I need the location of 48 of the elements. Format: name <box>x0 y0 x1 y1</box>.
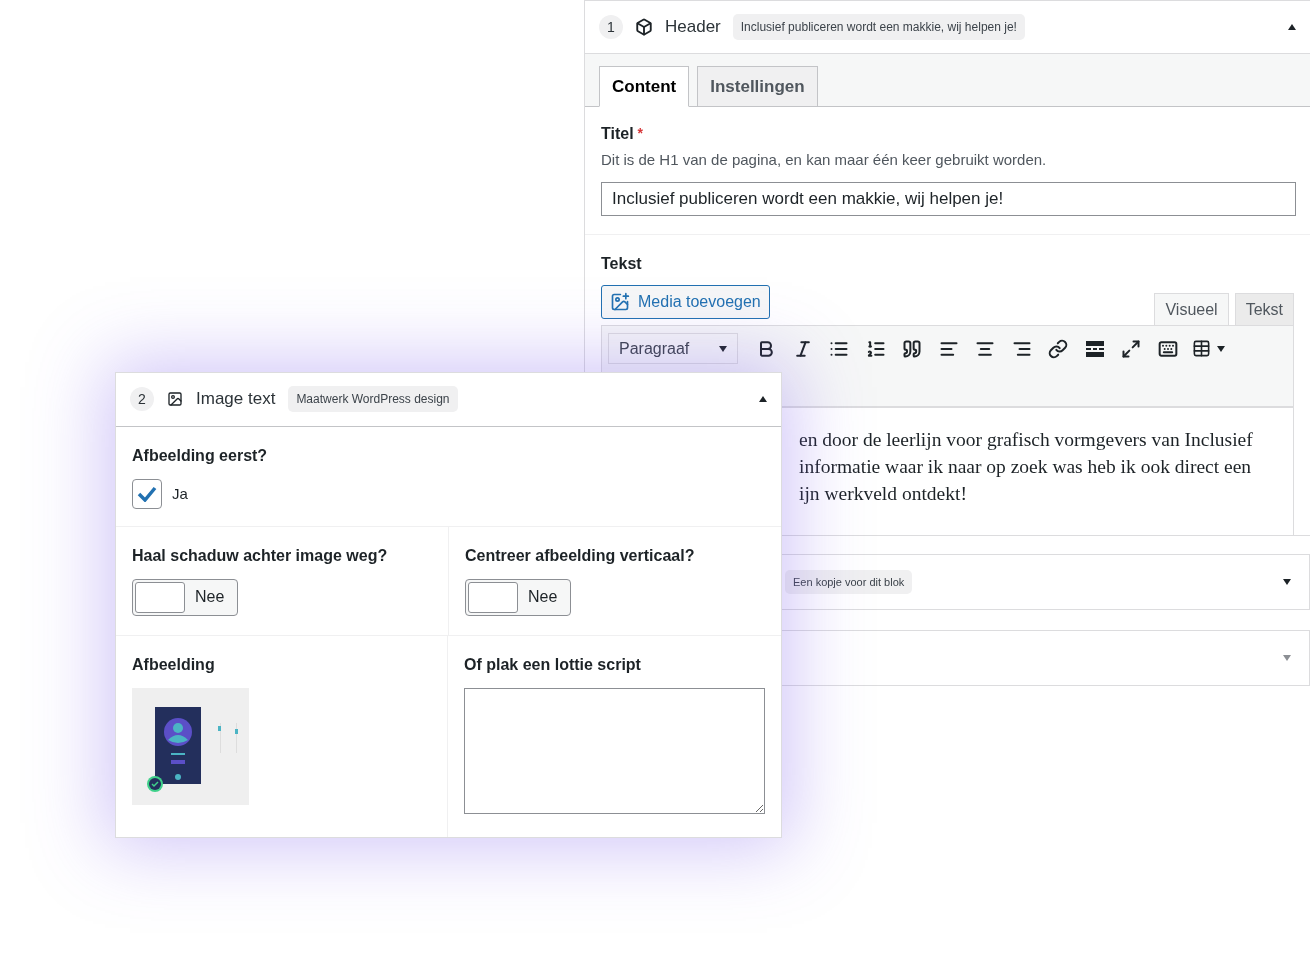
field-description: Dit is de H1 van de pagina, en kan maar één keer gebruikt worden. <box>601 151 1048 168</box>
field-label: Haal schaduw achter image weg? <box>132 546 388 565</box>
read-more-icon[interactable] <box>1085 340 1104 357</box>
cube-icon <box>635 18 653 36</box>
block-tag: Maatwerk WordPress design <box>288 386 458 413</box>
caret-up-icon[interactable] <box>759 396 767 403</box>
tab[interactable]: Content <box>599 66 690 107</box>
block-tag: Inclusief publiceren wordt een makkie, wij helpen je! <box>732 14 1025 40</box>
editor-tab[interactable]: Tekst <box>1234 293 1294 326</box>
block-number: 1 <box>599 15 623 39</box>
numbered-list-icon[interactable] <box>865 338 886 359</box>
image-icon <box>167 391 183 408</box>
caret-up-icon[interactable] <box>1288 24 1296 30</box>
field-label: Titel <box>601 125 634 143</box>
format-select[interactable]: Paragraaf <box>608 333 738 364</box>
block-title: Header <box>665 17 721 37</box>
field-label: Afbeelding <box>132 655 215 674</box>
tab[interactable]: Instellingen <box>697 66 818 107</box>
phone-profile-drawing[interactable] <box>132 687 249 805</box>
editor-text-line: ijn werkveld ontdekt! <box>799 482 968 506</box>
quote-icon[interactable] <box>902 338 923 359</box>
toggle-switch[interactable]: Nee <box>132 578 238 616</box>
toggle-switch[interactable]: Nee <box>465 578 571 616</box>
fullscreen-icon[interactable] <box>1121 338 1142 359</box>
field-label: Tekst <box>601 255 643 273</box>
add-media-button[interactable]: Media toevoegen <box>601 285 770 319</box>
caret-down-icon[interactable] <box>1216 345 1225 352</box>
field-label: Centreer afbeelding verticaal? <box>465 546 695 565</box>
caret-down-icon[interactable] <box>1283 579 1291 585</box>
block-number: 2 <box>130 387 154 412</box>
checkbox-label: Ja <box>172 485 188 503</box>
editor-tab[interactable]: Visueel <box>1154 293 1229 326</box>
title-input-field[interactable]: Inclusief publiceren wordt een makkie, wij helpen je! <box>601 182 1296 216</box>
field-label: Afbeelding eerst? <box>132 446 268 465</box>
lottie-script-field[interactable] <box>464 687 765 814</box>
block-tag: Een kopje voor dit blok <box>785 570 913 594</box>
caret-down-icon[interactable] <box>719 345 727 352</box>
required-mark: * <box>637 125 644 141</box>
field-label: Of plak een lottie script <box>464 655 641 674</box>
table-icon[interactable] <box>1191 339 1211 358</box>
link-icon[interactable] <box>1048 338 1069 359</box>
keyboard-icon[interactable] <box>1157 338 1178 359</box>
editor-text-line: informatie waar ik naar op zoek was heb ik ook direct een <box>799 455 1253 479</box>
checkbox[interactable] <box>132 478 162 509</box>
checkmark-icon <box>137 485 157 502</box>
editor-text-line: en door de leerlijn voor grafisch vormgevers van Inclusief <box>799 428 1254 452</box>
block-title: Image text <box>196 389 276 410</box>
media-icon <box>610 292 630 312</box>
